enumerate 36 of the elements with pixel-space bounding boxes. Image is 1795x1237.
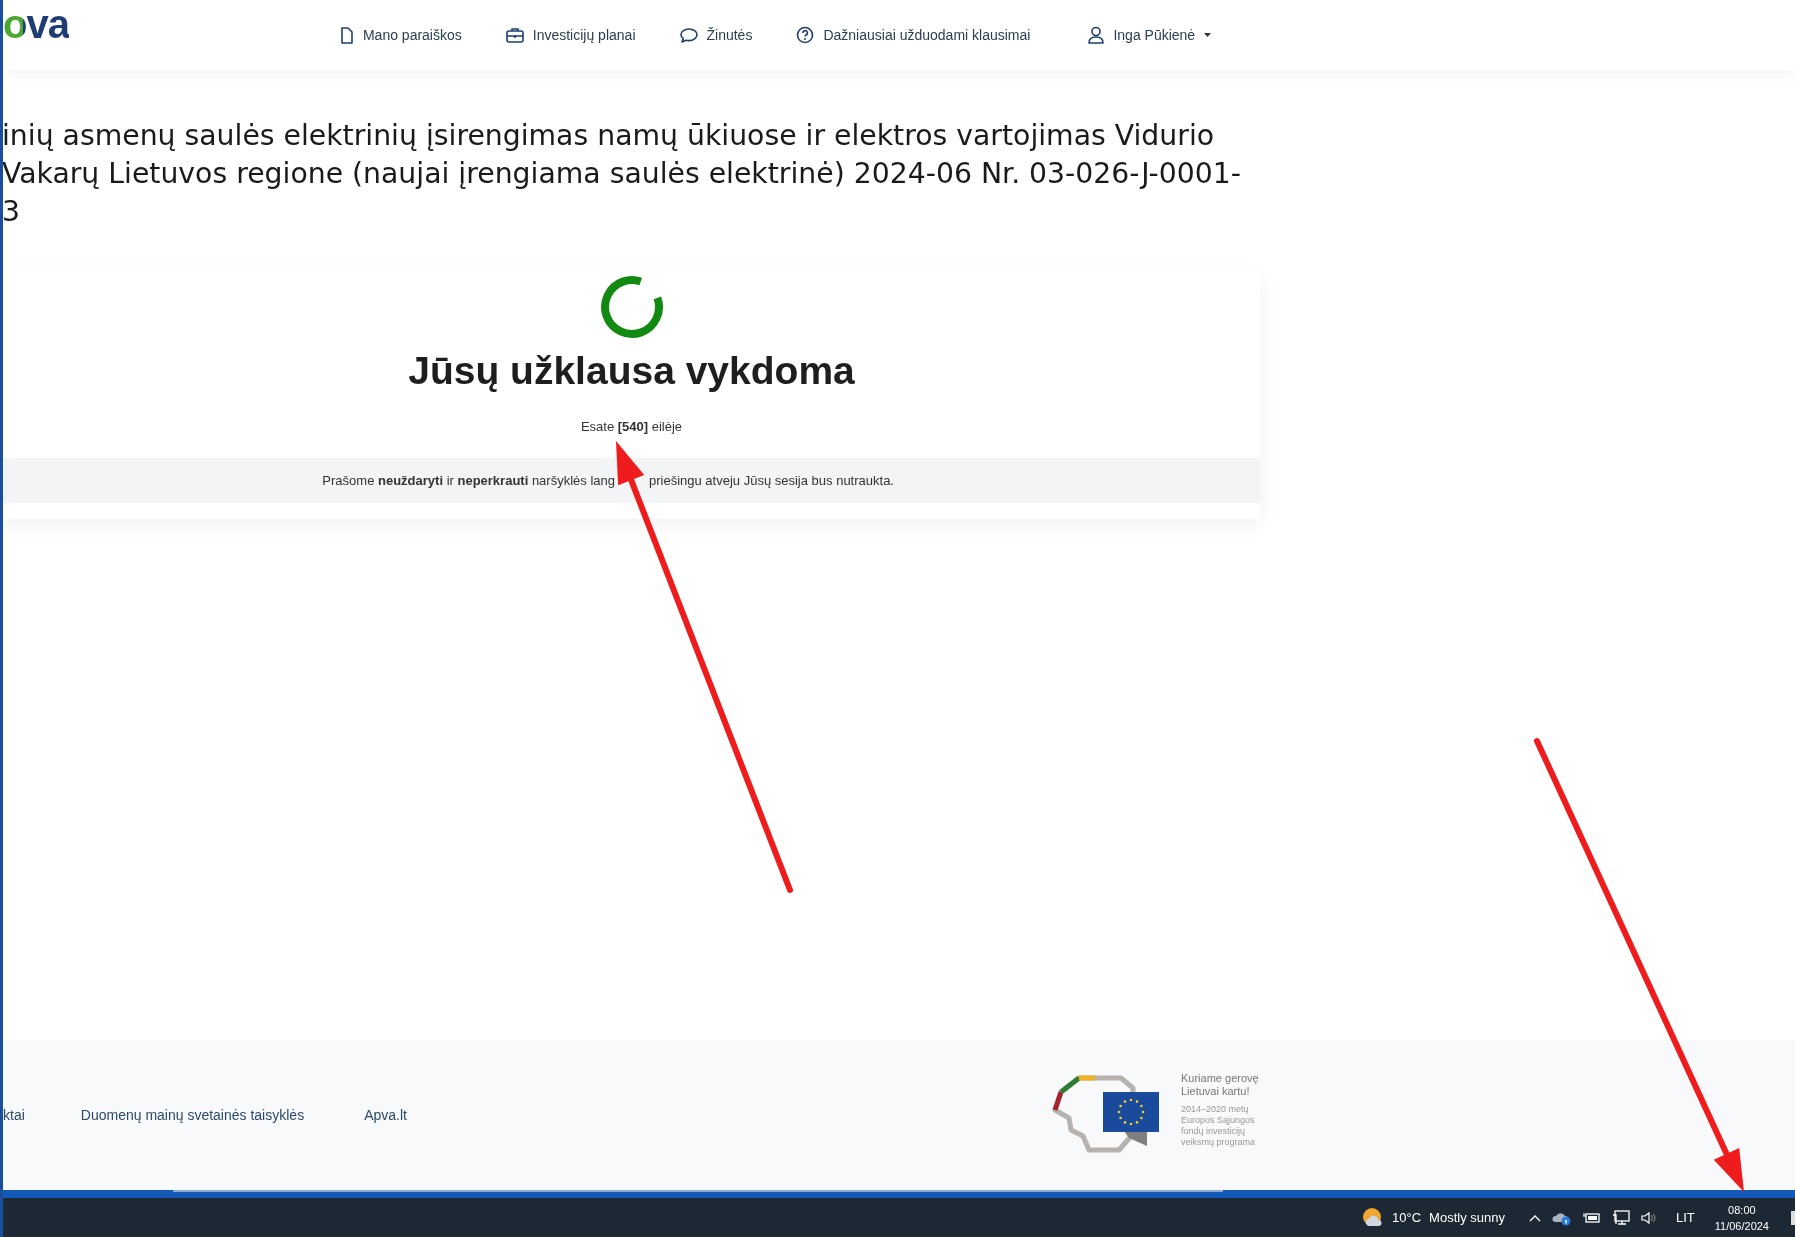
nav-link[interactable]: Mano paraiškos: [339, 26, 462, 44]
logo-caption-line: veiksmų programa: [1181, 1137, 1257, 1148]
footer-link[interactable]: Apva.lt: [364, 1107, 407, 1123]
show-desktop-icon[interactable]: [1791, 1210, 1795, 1225]
warning-notice-text: priešingu atveju Jūsų sesija bus nutraukta.: [649, 473, 895, 488]
warning-notice-text: Prašome neuždaryti ir neperkrauti naršyklės lang: [322, 473, 615, 488]
footer-link[interactable]: Duomenų mainų svetainės taisyklės: [80, 1107, 305, 1123]
queue-position-text: Esate [540] eilėje: [580, 419, 683, 434]
footer-link[interactable]: ktai: [3, 1107, 25, 1123]
language-indicator[interactable]: LIT: [1675, 1210, 1695, 1225]
battery-icon[interactable]: [1582, 1211, 1601, 1224]
status-heading: Jūsų užklausa vykdoma: [408, 349, 855, 393]
loading-spinner-icon: [599, 275, 664, 339]
chevron-up-icon[interactable]: [1528, 1213, 1541, 1222]
briefcase-icon: [505, 27, 524, 43]
nav-link[interactable]: Investicijų planai: [505, 27, 636, 43]
logo-caption-line: fondų investicijų: [1181, 1126, 1247, 1137]
page-title-line: inių asmenų saulės elektrinių įsirengimas namų ūkiuose ir elektros vartojimas Vidurio: [3, 118, 1216, 154]
logo-caption-line: Europos Sąjungos: [1181, 1115, 1256, 1126]
logo-caption-line: 2014–2020 metų: [1181, 1104, 1250, 1115]
page-title-line: Vakarų Lietuvos regione (naujai įrengiama saulės elektrinė) 2024-06 Nr. 03-026-J-0001-: [3, 156, 1242, 192]
nav-link[interactable]: Dažniausiai užduodami klausimai: [796, 26, 1031, 44]
speaker-icon[interactable]: [1640, 1210, 1657, 1225]
nav-link[interactable]: Žinutės: [679, 26, 753, 44]
help-icon: [796, 26, 815, 44]
logo-slogan-line: Lietuvai kartu!: [1181, 1085, 1251, 1098]
document-icon: [339, 26, 354, 44]
user-menu[interactable]: Inga Pūkienė: [1088, 26, 1212, 44]
logo-slogan-line: Kuriame gerovę: [1181, 1072, 1259, 1085]
weather-widget[interactable]: 10°C Mostly sunny: [1362, 1206, 1505, 1229]
clock[interactable]: 08:00 11/06/2024: [1714, 1201, 1769, 1234]
page-title-line: 3: [3, 194, 21, 230]
user-icon: [1088, 26, 1105, 44]
chat-bubble-icon: [679, 26, 698, 44]
network-monitor-icon[interactable]: [1611, 1209, 1630, 1226]
caret-icon: [1204, 33, 1212, 37]
